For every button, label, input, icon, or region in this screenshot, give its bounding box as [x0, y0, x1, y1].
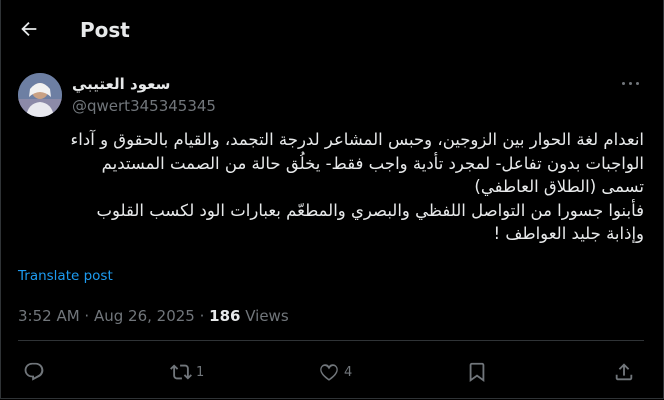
views-label: Views — [240, 307, 289, 325]
header: Post — [0, 0, 664, 58]
views-count: 186 — [209, 307, 241, 325]
reply-icon — [24, 362, 44, 381]
bookmark-button[interactable] — [466, 360, 488, 384]
post-time[interactable]: 3:52 AM — [18, 307, 80, 325]
repost-button[interactable]: 1 — [170, 360, 204, 384]
bookmark-icon — [469, 362, 485, 383]
post-line: تسمى (الطلاق العاطفي) — [474, 177, 644, 196]
author-name[interactable]: سعود العتيبي — [72, 74, 170, 94]
post-date[interactable]: Aug 26, 2025 — [94, 307, 195, 325]
more-icon[interactable] — [620, 80, 642, 88]
like-icon — [320, 364, 338, 381]
repost-count: 1 — [196, 364, 205, 380]
like-count: 4 — [344, 364, 353, 380]
share-icon — [615, 363, 633, 381]
author-handle[interactable]: @qwert345345345 — [72, 96, 216, 116]
back-arrow-icon[interactable] — [18, 18, 40, 40]
post-line: الواجبات بدون تفاعل- لمجرد تأدية واجب فق… — [101, 153, 644, 173]
translate-post-link[interactable]: Translate post — [18, 268, 113, 284]
share-button[interactable] — [613, 360, 635, 384]
post-line: فأبنوا جسورا من التواصل اللفظي والبصري و… — [96, 200, 645, 220]
divider — [18, 340, 644, 341]
post-line: انعدام لغة الحوار بين الزوجين، وحبس المش… — [70, 130, 644, 149]
meta-separator: · — [79, 307, 94, 325]
page-title: Post — [80, 18, 130, 42]
avatar-image — [18, 73, 62, 117]
avatar[interactable] — [18, 73, 62, 117]
post-meta: 3:52 AM · Aug 26, 2025 · 186 Views — [18, 306, 289, 326]
repost-icon — [170, 364, 192, 380]
post-line: وإذابة جليد العواطف ! — [493, 224, 644, 243]
meta-separator: · — [194, 307, 210, 325]
post-text: انعدام لغة الحوار بين الزوجين، وحبس المش… — [18, 128, 644, 246]
reply-button[interactable] — [23, 360, 49, 384]
like-button[interactable]: 4 — [318, 360, 352, 384]
